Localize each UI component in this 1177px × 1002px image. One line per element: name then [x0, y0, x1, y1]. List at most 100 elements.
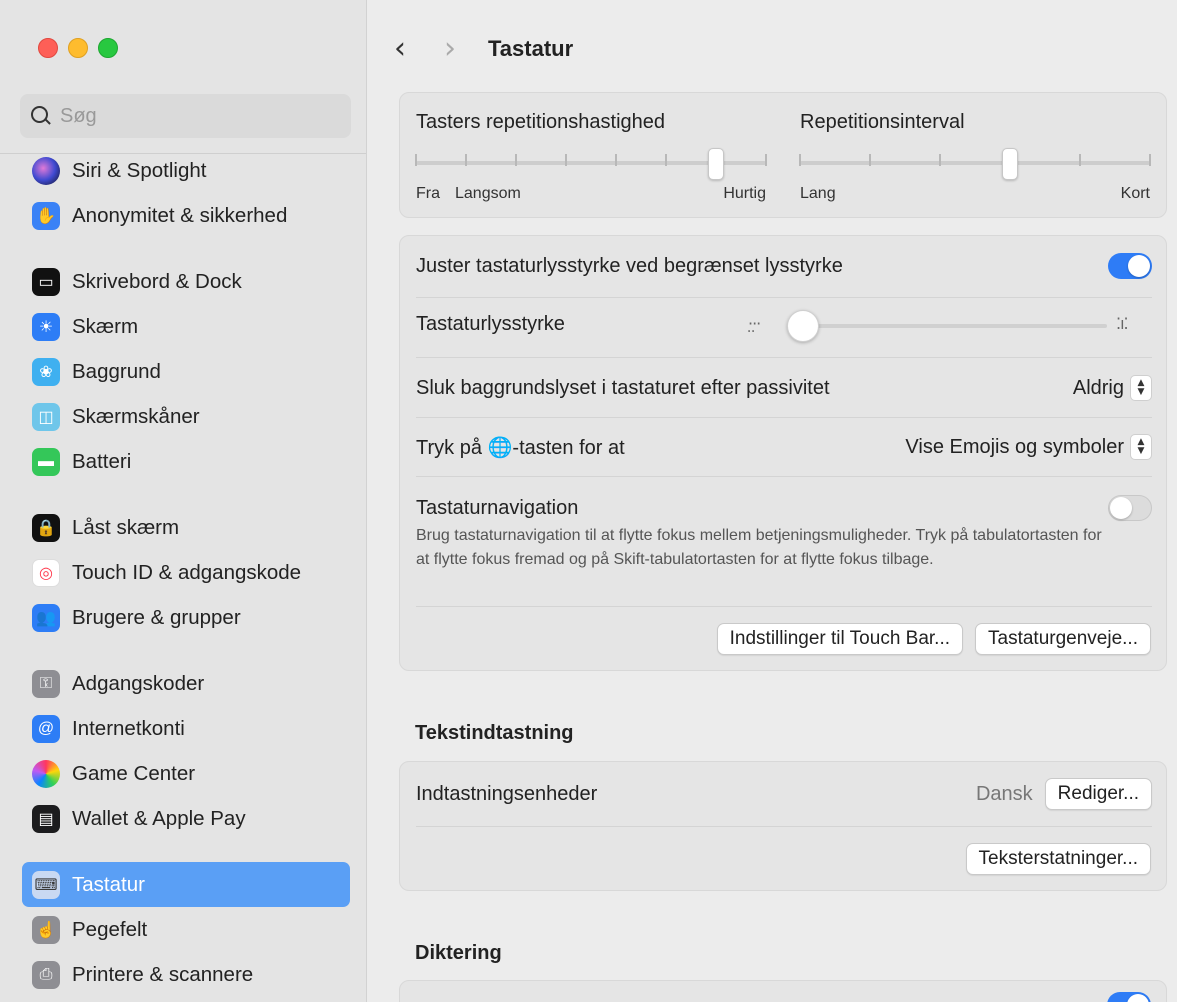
main-panel: ‹ › Tastatur Tasters repetitionshastighe… [368, 0, 1177, 1002]
slider-tick [869, 154, 871, 166]
screensaver-icon: ◫ [32, 402, 60, 431]
sidebar-item-keyboard[interactable]: ⌨ Tastatur [22, 862, 350, 907]
sidebar-item-game-center[interactable]: Game Center [22, 751, 350, 796]
slider-tick [1079, 154, 1081, 166]
keyboard-navigation-toggle[interactable] [1108, 495, 1152, 521]
at-icon: @ [32, 714, 60, 743]
slider-tick [799, 154, 801, 166]
repeat-delay-slider[interactable] [799, 111, 1151, 185]
zoom-window-button[interactable] [98, 38, 118, 58]
slider-tick [415, 154, 417, 166]
sidebar-item-label: Anonymitet & sikkerhed [72, 203, 288, 227]
brightness-slider-knob[interactable] [787, 310, 819, 342]
brightness-low-icon: ·̣·̣· [748, 314, 761, 333]
keyboard-settings-card: Juster tastaturlysstyrke ved begrænset l… [399, 235, 1167, 671]
sidebar-item-siri[interactable]: Siri & Spotlight [22, 148, 350, 193]
brightness-slider-track[interactable] [802, 324, 1107, 328]
backlight-off-row: Sluk baggrundslyset i tastaturet efter p… [416, 372, 1152, 404]
globe-key-label: Tryk på 🌐-tasten for at [416, 435, 625, 460]
sidebar-item-internet-accounts[interactable]: @ Internetkonti [22, 706, 350, 751]
touch-bar-settings-button[interactable]: Indstillinger til Touch Bar... [716, 623, 964, 655]
lock-icon: 🔒 [32, 513, 60, 542]
dictation-card [399, 980, 1167, 1002]
auto-brightness-label: Juster tastaturlysstyrke ved begrænset l… [416, 254, 843, 277]
sidebar-item-display[interactable]: ☀ Skærm [22, 304, 350, 349]
slider-tick [939, 154, 941, 166]
sidebar-nav: Siri & Spotlight ✋ Anonymitet & sikkerhe… [22, 148, 350, 997]
sidebar-item-label: Batteri [72, 449, 132, 473]
slider-knob[interactable] [1002, 148, 1018, 180]
backlight-off-popup[interactable]: Aldrig ▲ ▼ [1073, 375, 1152, 401]
globe-key-value: Vise Emojis og symboler [905, 435, 1124, 458]
input-sources-value: Dansk [975, 782, 1033, 805]
sidebar-item-trackpad[interactable]: ☝ Pegefelt [22, 907, 350, 952]
key-repeat-rate-slider[interactable] [415, 111, 767, 185]
fingerprint-icon: ◎ [32, 558, 60, 587]
key-repeat-rate-max-label: Hurtig [723, 185, 766, 202]
divider [416, 826, 1152, 827]
globe-key-label-pre: Tryk på [416, 436, 482, 459]
sidebar-item-wallpaper[interactable]: ❀ Baggrund [22, 349, 350, 394]
backlight-off-label: Sluk baggrundslyset i tastaturet efter p… [416, 376, 830, 399]
slider-tick [765, 154, 767, 166]
input-sources-row: Indtastningsenheder Dansk Rediger... [416, 777, 1152, 811]
close-window-button[interactable] [38, 38, 58, 58]
slider-track [800, 161, 1150, 165]
desktop-dock-icon: ▭ [32, 267, 60, 296]
divider [416, 606, 1152, 607]
key-repeat-rate-group: Tasters repetitionshastighed Fra Langsom… [415, 111, 767, 202]
sidebar-item-battery[interactable]: ▬ Batteri [22, 439, 350, 484]
sidebar-item-privacy[interactable]: ✋ Anonymitet & sikkerhed [22, 193, 350, 238]
globe-key-row: Tryk på 🌐-tasten for at Vise Emojis og s… [416, 431, 1152, 463]
sidebar-item-users[interactable]: 👥 Brugere & grupper [22, 595, 350, 640]
globe-key-label-post: -tasten for at [512, 436, 625, 459]
search-input[interactable] [60, 104, 340, 128]
input-sources-controls: Dansk Rediger... [976, 778, 1152, 810]
globe-icon: 🌐 [487, 434, 513, 459]
sidebar-item-touch-id[interactable]: ◎ Touch ID & adgangskode [22, 550, 350, 595]
sidebar-item-label: Brugere & grupper [72, 605, 241, 629]
slider-tick [1149, 154, 1151, 166]
backlight-off-value: Aldrig [1072, 376, 1124, 399]
sidebar-item-label: Touch ID & adgangskode [72, 560, 302, 584]
sidebar-item-wallet[interactable]: ▤ Wallet & Apple Pay [22, 796, 350, 841]
divider [416, 357, 1152, 358]
divider [416, 417, 1152, 418]
keyboard-shortcuts-button[interactable]: Tastaturgenveje... [975, 623, 1151, 655]
sidebar-item-passwords[interactable]: ⚿ Adgangskoder [22, 661, 350, 706]
search-field[interactable] [20, 94, 351, 138]
sidebar-item-lock-screen[interactable]: 🔒 Låst skærm [22, 505, 350, 550]
popup-chevrons-icon: ▲ ▼ [1130, 434, 1152, 460]
minimize-window-button[interactable] [68, 38, 88, 58]
forward-button[interactable]: › [420, 34, 480, 64]
keyboard-navigation-label: Tastaturnavigation [416, 496, 579, 519]
trackpad-icon: ☝ [32, 915, 60, 944]
wallpaper-flower-icon: ❀ [32, 357, 60, 386]
back-button[interactable]: ‹ [380, 34, 420, 64]
sidebar-item-label: Internetkonti [72, 716, 185, 740]
globe-key-popup[interactable]: Vise Emojis og symboler ▲ ▼ [905, 434, 1152, 460]
dictation-toggle[interactable] [1107, 992, 1151, 1002]
auto-brightness-toggle[interactable] [1108, 253, 1152, 279]
sidebar-item-desktop-dock[interactable]: ▭ Skrivebord & Dock [22, 259, 350, 304]
edit-input-sources-button[interactable]: Rediger... [1044, 778, 1152, 810]
key-repeat-card: Tasters repetitionshastighed Fra Langsom… [399, 92, 1167, 218]
sidebar-item-label: Game Center [72, 761, 196, 785]
keyboard-navigation-row: Tastaturnavigation [416, 492, 1152, 524]
slider-knob[interactable] [708, 148, 724, 180]
sidebar-item-printers[interactable]: ⎙ Printere & scannere [22, 952, 350, 997]
window-controls [38, 38, 118, 58]
dictation-heading: Diktering [415, 942, 502, 964]
input-sources-label: Indtastningsenheder [416, 782, 598, 805]
repeat-delay-min-label: Lang [800, 185, 836, 202]
slider-tick [665, 154, 667, 166]
sidebar-item-screensaver[interactable]: ◫ Skærmskåner [22, 394, 350, 439]
wallet-icon: ▤ [32, 804, 60, 833]
display-sun-icon: ☀ [32, 312, 60, 341]
auto-brightness-row: Juster tastaturlysstyrke ved begrænset l… [416, 250, 1152, 282]
text-replacements-button[interactable]: Teksterstatninger... [965, 843, 1151, 875]
slider-tick [515, 154, 517, 166]
keyboard-icon: ⌨ [32, 870, 60, 899]
divider [416, 297, 1152, 298]
printer-icon: ⎙ [32, 960, 60, 989]
